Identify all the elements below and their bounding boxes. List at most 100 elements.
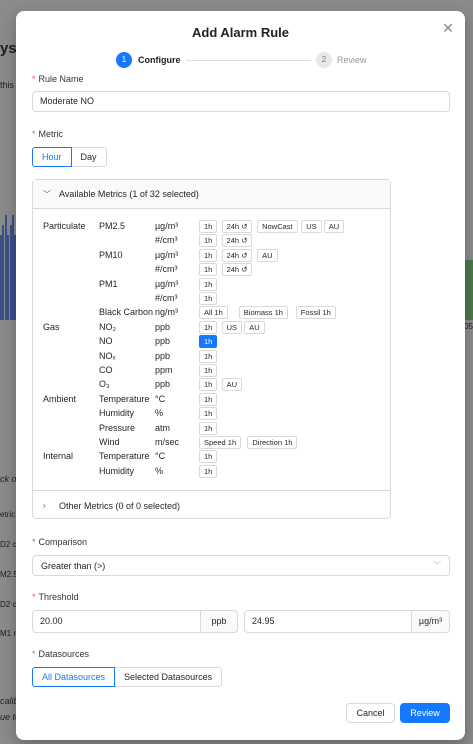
metric-unit: ppb xyxy=(155,350,171,361)
metric-option-tag[interactable]: Biomass 1h xyxy=(238,306,288,320)
metric-day-option[interactable]: Day xyxy=(71,147,107,167)
dialog-title: Add Alarm Rule xyxy=(191,25,290,40)
metric-name: Humidity xyxy=(99,408,135,419)
metric-option-tag[interactable]: 1h xyxy=(199,335,218,349)
metric-name: O₃ xyxy=(99,379,110,390)
metric-option-tag[interactable]: Direction 1h xyxy=(247,436,298,449)
rule-name-input[interactable]: Moderate NO xyxy=(32,91,450,112)
step-2-label[interactable]: Review xyxy=(337,55,367,65)
metric-option-tag[interactable]: 1h xyxy=(199,277,218,291)
metric-option-tag[interactable]: NowCast xyxy=(257,220,298,233)
metric-unit: ppm xyxy=(155,365,173,375)
chevron-down-icon: ﹀ xyxy=(43,190,51,199)
metric-name: Humidity xyxy=(99,465,135,476)
metric-unit: °C xyxy=(155,393,166,404)
metric-group-label: Gas xyxy=(43,321,60,332)
threshold-unit-primary: ppb xyxy=(200,610,238,633)
all-datasources-option[interactable]: All Datasources xyxy=(32,667,116,687)
step-2-number[interactable]: 2 xyxy=(316,52,332,68)
metric-option-tag[interactable]: 1h xyxy=(199,378,218,392)
metric-option-tag[interactable]: AU xyxy=(244,320,265,334)
threshold-label: * Threshold xyxy=(32,592,79,602)
metric-option-tag[interactable]: 1h xyxy=(199,407,218,421)
metric-option-tag[interactable]: 1h xyxy=(199,464,218,478)
metric-hour-option[interactable]: Hour xyxy=(32,147,72,167)
metric-unit: µg/m³ xyxy=(155,221,179,231)
metric-option-tag[interactable]: AU xyxy=(257,248,278,262)
metric-option-tag[interactable]: 1h xyxy=(199,364,218,377)
metric-unit: % xyxy=(155,465,164,476)
background-text-fragment: this xyxy=(0,80,15,90)
metric-option-tag[interactable]: 1h xyxy=(199,220,218,233)
metric-name: Black Carbon xyxy=(99,307,154,318)
metric-name: Temperature xyxy=(99,451,150,462)
comparison-select[interactable]: Greater than (>) ﹀ xyxy=(32,555,450,576)
cancel-button[interactable]: Cancel xyxy=(346,703,395,723)
threshold-input-primary[interactable]: 20.00 xyxy=(32,610,201,633)
metric-name: PM1 xyxy=(99,278,118,289)
metric-name: NOₓ xyxy=(99,350,116,361)
metric-option-tag[interactable]: 24h ↺ xyxy=(221,248,253,262)
metric-unit: µg/m³ xyxy=(155,278,179,289)
metric-option-tag[interactable]: US xyxy=(221,320,243,334)
metric-option-tag[interactable]: 1h xyxy=(199,421,218,435)
threshold-input-secondary[interactable]: 24.95 xyxy=(244,610,412,633)
metric-unit: µg/m³ xyxy=(155,249,179,260)
metric-name: NO xyxy=(99,336,113,347)
stepper: 1 Configure 2 Review xyxy=(116,52,376,68)
close-icon[interactable]: ✕ xyxy=(441,21,455,35)
metric-option-tag[interactable]: 1h xyxy=(199,292,218,305)
metric-option-tag[interactable]: 1h xyxy=(199,263,218,277)
background-text-fragment: etric xyxy=(0,510,16,519)
other-metrics-title: Other Metrics (0 of 0 selected) xyxy=(59,501,181,511)
metric-option-tag[interactable]: 1h xyxy=(199,320,218,334)
review-button[interactable]: Review xyxy=(400,703,450,723)
metric-name: PM2.5 xyxy=(99,221,126,231)
metric-option-tag[interactable]: 1h xyxy=(199,349,218,363)
metric-group-label: Particulate xyxy=(43,221,86,231)
comparison-value: Greater than (>) xyxy=(41,561,106,571)
metric-unit: ppb xyxy=(155,321,171,332)
metric-option-tag[interactable]: 1h xyxy=(199,234,218,248)
metric-option-tag[interactable]: 24h ↺ xyxy=(221,234,253,248)
metric-interval-toggle: Hour Day xyxy=(32,147,107,167)
metric-option-tag[interactable]: US xyxy=(301,220,322,233)
background-axis-fragment: 05 xyxy=(464,322,473,331)
metric-option-tag[interactable]: Fossil 1h xyxy=(295,306,336,320)
metric-option-tag[interactable]: AU xyxy=(323,220,345,233)
metric-name: Pressure xyxy=(99,422,136,433)
metric-group-label: Ambient xyxy=(43,393,77,404)
available-metrics-header[interactable]: ﹀ Available Metrics (1 of 32 selected) xyxy=(33,180,390,209)
metric-unit: % xyxy=(155,408,164,419)
metric-unit: #/cm³ xyxy=(155,293,178,303)
step-1-label[interactable]: Configure xyxy=(138,55,181,65)
other-metrics-header[interactable]: › Other Metrics (0 of 0 selected) xyxy=(33,490,390,519)
metric-option-tag[interactable]: All 1h xyxy=(199,306,228,320)
metric-unit: #/cm³ xyxy=(155,235,178,246)
metric-group-label: Internal xyxy=(43,451,74,462)
metric-name: Temperature xyxy=(99,393,150,404)
metric-unit: m/sec xyxy=(155,437,180,447)
metric-option-tag[interactable]: 1h xyxy=(199,392,218,406)
step-1-number[interactable]: 1 xyxy=(116,52,132,68)
metric-option-tag[interactable]: 24h ↺ xyxy=(221,220,253,233)
metric-unit: #/cm³ xyxy=(155,264,178,275)
step-connector xyxy=(186,60,311,61)
metric-option-tag[interactable]: 1h xyxy=(199,248,218,262)
selected-datasources-option[interactable]: Selected Datasources xyxy=(115,667,223,687)
metric-option-tag[interactable]: 1h xyxy=(199,450,218,464)
rule-name-label: * Rule Name xyxy=(32,74,84,84)
metric-option-tag[interactable]: 24h ↺ xyxy=(221,263,253,277)
add-alarm-rule-dialog: Add Alarm Rule ✕ 1 Configure 2 Review * R… xyxy=(16,11,465,740)
metric-unit: °C xyxy=(155,451,166,462)
metric-label: * Metric xyxy=(32,129,64,139)
metric-unit: atm xyxy=(155,422,171,433)
metric-option-tag[interactable]: Speed 1h xyxy=(199,436,242,449)
metric-unit: ppb xyxy=(155,336,171,347)
metric-unit: ng/m³ xyxy=(155,307,179,318)
metric-name: CO xyxy=(99,365,113,375)
background-chart-right xyxy=(465,260,473,320)
metric-name: PM10 xyxy=(99,249,123,260)
threshold-unit-secondary: µg/m³ xyxy=(411,610,450,633)
metric-option-tag[interactable]: AU xyxy=(221,378,243,392)
